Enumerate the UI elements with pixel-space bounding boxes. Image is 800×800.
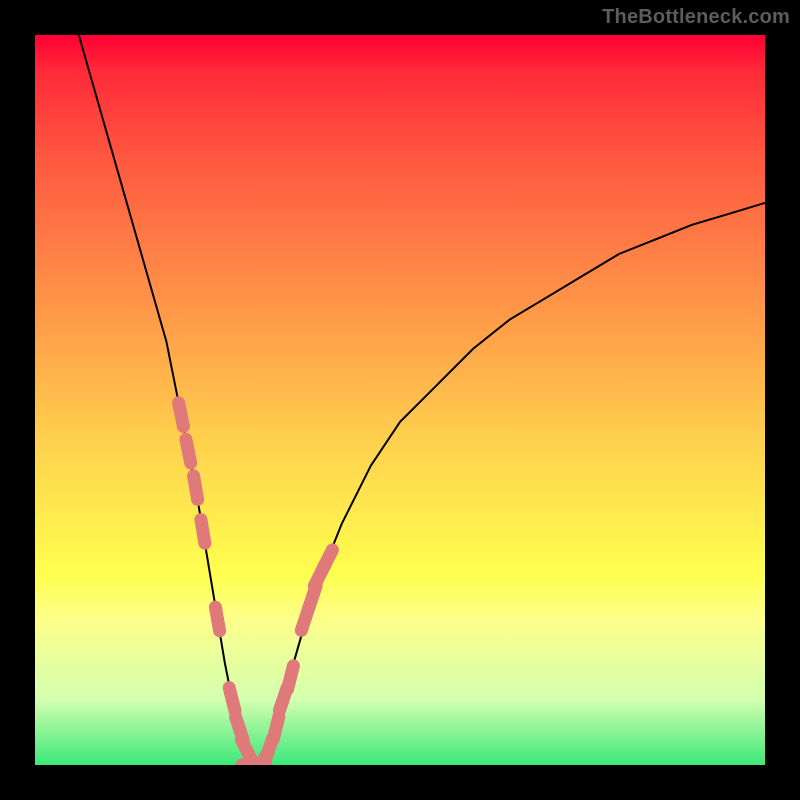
chart-svg	[35, 35, 765, 765]
sample-marker	[288, 666, 294, 689]
sample-marker	[322, 550, 333, 571]
sample-marker	[201, 520, 205, 544]
sample-marker	[186, 439, 191, 463]
sample-marker	[215, 607, 219, 631]
sample-marker	[229, 688, 235, 711]
watermark-text: TheBottleneck.com	[602, 6, 790, 29]
sample-marker	[179, 403, 184, 427]
chart-plot-area	[35, 35, 765, 765]
sample-marker	[194, 476, 198, 500]
sample-marker	[241, 740, 252, 761]
sample-marker	[273, 717, 279, 740]
sample-markers-group	[179, 403, 333, 765]
